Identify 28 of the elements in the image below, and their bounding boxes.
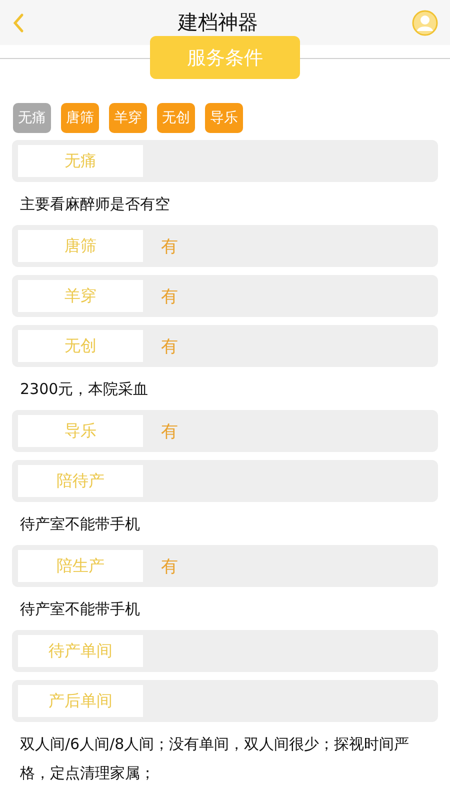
service-label: 无痛 [18,145,143,177]
service-note: 待产室不能带手机 [19,514,141,535]
service-label: 待产单间 [18,635,143,667]
service-value: 有 [161,286,178,308]
service-label: 陪待产 [18,465,143,497]
back-icon[interactable] [12,12,24,32]
service-note: 待产室不能带手机 [19,599,141,620]
service-label: 产后单间 [18,685,143,717]
filter-tag[interactable]: 羊穿 [109,103,147,133]
service-value: 有 [161,236,178,258]
service-value: 有 [161,336,178,358]
filter-tag[interactable]: 唐筛 [61,103,99,133]
section-button[interactable]: 服务条件 [150,36,300,79]
user-avatar-icon[interactable] [412,10,438,36]
filter-tag[interactable]: 无创 [157,103,195,133]
filter-tag[interactable]: 无痛 [13,103,51,133]
service-label: 唐筛 [18,230,143,262]
service-label: 羊穿 [18,280,143,312]
filter-tag[interactable]: 导乐 [205,103,243,133]
service-note: 双人间/6人间/8人间；没有单间，双人间很少；探视时间严格，定点清理家属； [19,734,410,784]
service-note: 主要看麻醉师是否有空 [19,194,171,215]
window-title: 建档神器 [178,9,258,36]
service-label: 陪生产 [18,550,143,582]
service-label: 导乐 [18,415,143,447]
service-value: 有 [161,420,178,442]
service-note: 2300元，本院采血 [19,379,150,400]
service-label: 无创 [18,330,143,362]
service-value: 有 [161,556,178,578]
